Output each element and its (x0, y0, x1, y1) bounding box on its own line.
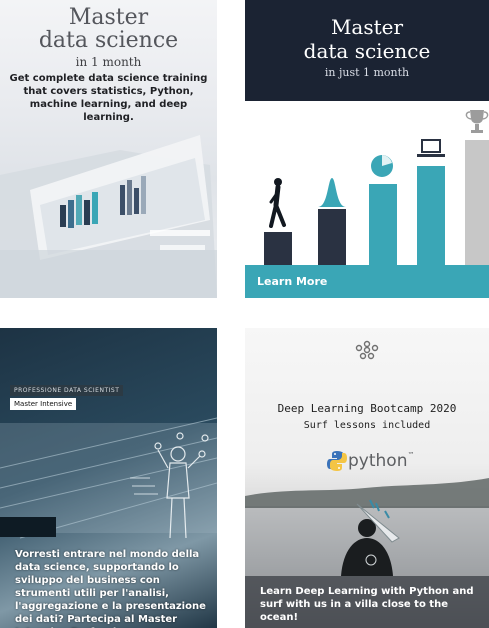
ad-tile-master-data-science-2[interactable]: Master data science in just 1 month Lear… (245, 0, 489, 298)
profession-label: PROFESSIONE DATA SCIENTIST (10, 385, 124, 396)
bell-curve-icon (318, 178, 346, 207)
trademark-mark: ™ (407, 451, 415, 459)
trophy-icon (465, 110, 489, 133)
ad-tile-master-data-science-1[interactable]: Master data science in 1 month Get compl… (0, 0, 217, 298)
tile-description: Get complete data science training that … (9, 73, 208, 123)
bar-1 (264, 232, 292, 265)
bar-2 (318, 209, 346, 265)
pie-chart-icon (371, 155, 393, 177)
title-line-2: data science (38, 28, 179, 53)
decorative-bar (0, 517, 56, 537)
master-intensive-label: Master Intensive (10, 398, 77, 410)
network-dots-icon (355, 340, 379, 360)
cta-bar[interactable]: Learn More (245, 265, 489, 298)
ad-tile-master-intensive[interactable]: PROFESSIONE DATA SCIENTIST Master Intens… (0, 328, 217, 628)
laptop-icon (417, 139, 445, 157)
growth-bars-illustration (264, 110, 489, 265)
tile-title: Master data science (0, 6, 217, 52)
title-line-1: Master (68, 5, 149, 30)
bar-5 (465, 140, 489, 265)
python-logo-text: python™ (348, 451, 414, 471)
bootcamp-subtitle: Surf lessons included (303, 420, 431, 431)
learn-more-button[interactable]: Learn More (257, 275, 327, 288)
python-logo-icon (327, 451, 347, 471)
python-wordmark: python (348, 451, 408, 471)
tile-subtitle: in 1 month (75, 55, 142, 69)
post-caption: Learn Deep Learning with Python and surf… (260, 586, 474, 623)
bar-4 (417, 166, 445, 265)
caption-text: Vorresti entrare nel mondo della data sc… (15, 549, 206, 628)
bootcamp-title: Deep Learning Bootcamp 2020 (277, 402, 457, 415)
bar-3 (369, 184, 397, 265)
post-caption: Vorresti entrare nel mondo della data sc… (15, 548, 209, 628)
person-icon (269, 178, 286, 228)
ad-tile-deep-learning-bootcamp[interactable]: Deep Learning Bootcamp 2020 Surf lessons… (245, 328, 489, 628)
